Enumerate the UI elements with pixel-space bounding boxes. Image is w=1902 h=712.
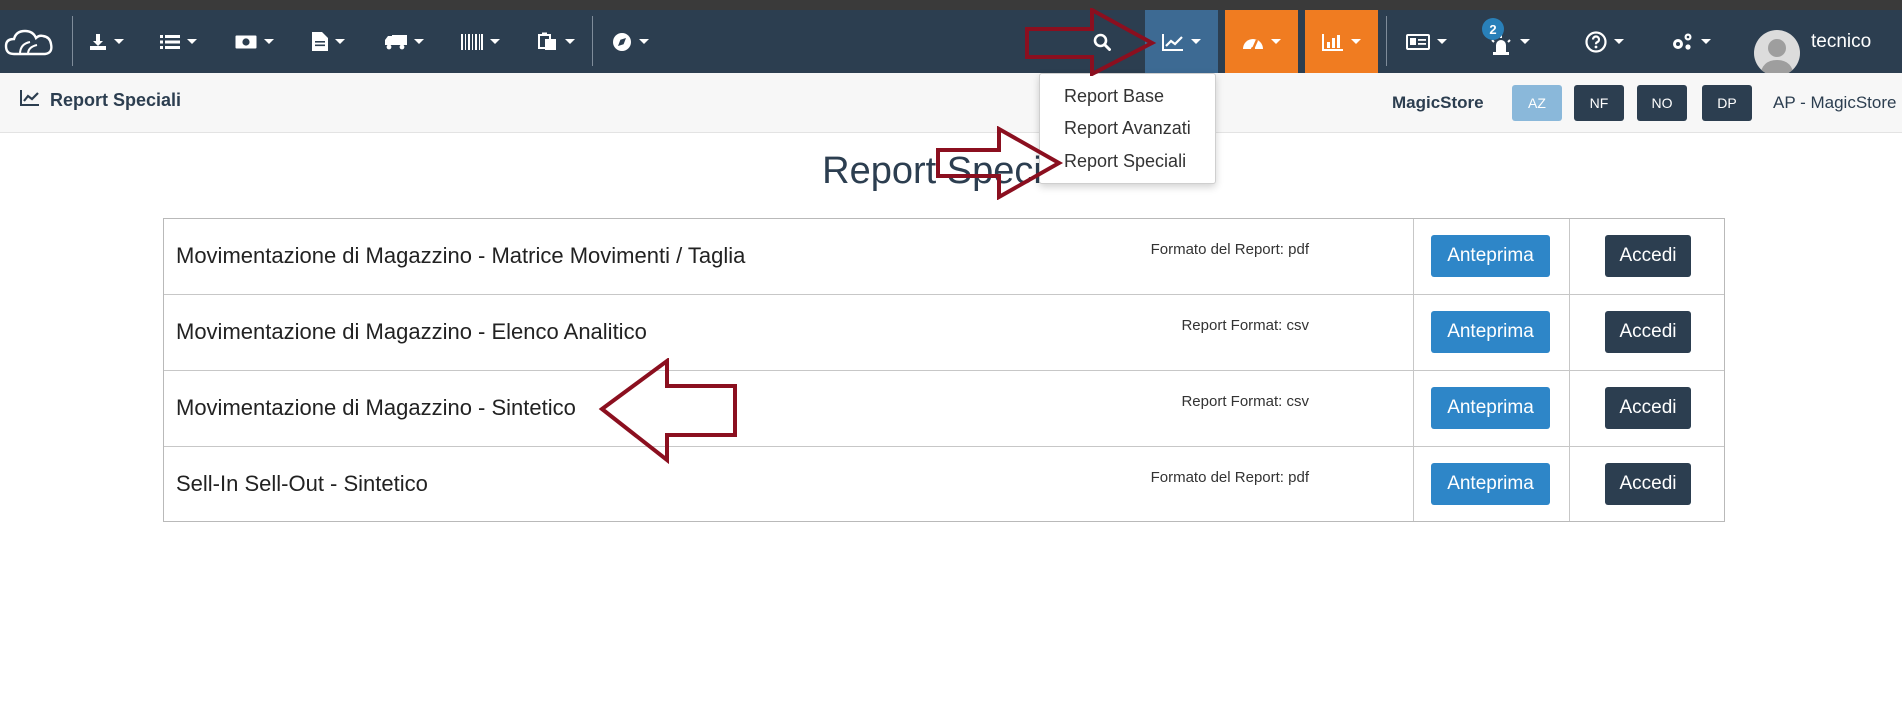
annotation-arrow-icon [598, 358, 737, 464]
chevron-down-icon [1191, 39, 1201, 44]
breadcrumb-title: Report Speciali [50, 89, 182, 110]
avatar[interactable] [1754, 30, 1800, 76]
top-navbar: 2 tecnico [0, 10, 1902, 76]
table-row: Movimentazione di Magazzino - Sintetico … [164, 371, 1724, 447]
nav-alerts-menu[interactable]: 2 [1476, 10, 1542, 73]
menu-item-report-speciali[interactable]: Report Speciali [1064, 151, 1186, 172]
table-row: Movimentazione di Magazzino - Elenco Ana… [164, 295, 1724, 371]
nav-clipboard-menu[interactable] [530, 10, 582, 73]
report-name: Movimentazione di Magazzino - Sintetico [176, 395, 576, 420]
cogs-icon [1670, 32, 1694, 52]
context-button-az[interactable]: AZ [1512, 85, 1562, 121]
menu-item-report-avanzati[interactable]: Report Avanzati [1064, 118, 1191, 139]
chevron-down-icon [1436, 39, 1447, 44]
nav-import-menu[interactable] [82, 10, 130, 73]
table-row: Sell-In Sell-Out - Sintetico Formato del… [164, 447, 1724, 523]
report-name: Sell-In Sell-Out - Sintetico [176, 471, 428, 496]
access-button[interactable]: Accedi [1605, 311, 1691, 353]
compass-icon [612, 32, 632, 52]
annotation-arrow-icon [1025, 8, 1157, 76]
nav-explore-menu[interactable] [604, 10, 656, 73]
username[interactable]: tecnico [1811, 31, 1871, 53]
line-chart-icon [20, 89, 50, 111]
chevron-down-icon [1700, 39, 1711, 44]
menu-item-report-base[interactable]: Report Base [1064, 86, 1164, 107]
report-format: Report Format: csv [1181, 393, 1309, 410]
preview-button[interactable]: Anteprima [1431, 311, 1550, 353]
help-icon [1584, 30, 1607, 53]
chevron-down-icon [113, 39, 124, 44]
nav-list-menu[interactable] [152, 10, 204, 73]
preview-button[interactable]: Anteprima [1431, 235, 1550, 277]
document-icon [311, 32, 328, 51]
access-button[interactable]: Accedi [1605, 463, 1691, 505]
report-format: Report Format: csv [1181, 317, 1309, 334]
money-icon [235, 35, 257, 49]
list-icon [159, 34, 180, 50]
dashboard-icon [1242, 34, 1264, 50]
nav-money-menu[interactable] [228, 10, 280, 73]
nav-statistics-menu[interactable] [1305, 10, 1378, 73]
line-chart-icon [1162, 33, 1184, 51]
report-format: Formato del Report: pdf [1150, 469, 1309, 486]
preview-button[interactable]: Anteprima [1431, 463, 1550, 505]
store-name: MagicStore [1392, 93, 1484, 112]
nav-separator [1386, 16, 1387, 66]
access-button[interactable]: Accedi [1605, 235, 1691, 277]
nav-separator [72, 16, 73, 66]
nav-contacts-menu[interactable] [1396, 10, 1456, 73]
cloud-logo-icon[interactable] [0, 10, 58, 73]
barcode-icon [460, 33, 483, 50]
id-card-icon [1405, 33, 1430, 50]
notification-badge: 2 [1482, 18, 1504, 40]
nav-barcode-menu[interactable] [454, 10, 506, 73]
nav-shipping-menu[interactable] [378, 10, 430, 73]
truck-icon [384, 34, 407, 50]
nav-settings-menu[interactable] [1660, 10, 1720, 73]
annotation-arrow-icon [936, 126, 1064, 200]
chevron-down-icon [489, 39, 500, 44]
reports-dropdown-menu: Report Base Report Avanzati Report Speci… [1039, 73, 1216, 184]
active-store-label: AP - MagicStore [1773, 93, 1897, 112]
download-icon [89, 33, 107, 51]
page-subheader: Report Speciali MagicStore AZ NF NO DP A… [0, 73, 1902, 133]
breadcrumb: Report Speciali [20, 89, 181, 111]
preview-button[interactable]: Anteprima [1431, 387, 1550, 429]
chevron-down-icon [638, 39, 649, 44]
chevron-down-icon [1519, 39, 1530, 44]
report-format: Formato del Report: pdf [1150, 241, 1309, 258]
context-button-nf[interactable]: NF [1574, 85, 1624, 121]
nav-documents-menu[interactable] [304, 10, 352, 73]
context-button-dp[interactable]: DP [1702, 85, 1752, 121]
table-row: Movimentazione di Magazzino - Matrice Mo… [164, 219, 1724, 295]
chevron-down-icon [263, 39, 274, 44]
column-divider [1413, 219, 1414, 521]
report-name: Movimentazione di Magazzino - Elenco Ana… [176, 319, 647, 344]
chevron-down-icon [334, 39, 345, 44]
chevron-down-icon [1613, 39, 1624, 44]
report-name: Movimentazione di Magazzino - Matrice Mo… [176, 243, 746, 268]
column-divider [1569, 219, 1570, 521]
chevron-down-icon [186, 39, 197, 44]
nav-separator [592, 16, 593, 66]
window-top-strip [0, 0, 1902, 10]
chevron-down-icon [1351, 39, 1361, 44]
context-button-no[interactable]: NO [1637, 85, 1687, 121]
chevron-down-icon [1271, 39, 1281, 44]
access-button[interactable]: Accedi [1605, 387, 1691, 429]
nav-dashboard-menu[interactable] [1225, 10, 1298, 73]
clipboard-icon [537, 32, 558, 51]
reports-table: Movimentazione di Magazzino - Matrice Mo… [163, 218, 1725, 522]
chevron-down-icon [564, 39, 575, 44]
chevron-down-icon [413, 39, 424, 44]
nav-help-menu[interactable] [1574, 10, 1634, 73]
bar-chart-icon [1322, 33, 1344, 51]
